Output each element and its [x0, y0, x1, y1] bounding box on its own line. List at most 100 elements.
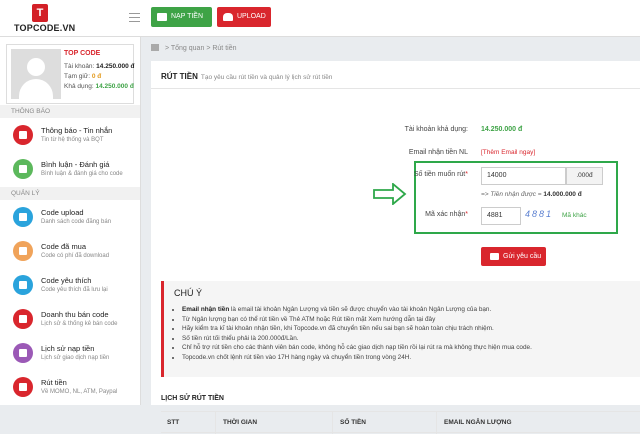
notice-item: Topcode.vn chốt lệnh rút tiền vào 17H hà…	[182, 353, 532, 363]
col-stt: STT	[167, 419, 180, 426]
sidebar-item-bought-code[interactable]: Code đã mua Code có phí đã download	[0, 235, 140, 269]
captcha-label: Mã xác nhận*	[425, 211, 468, 218]
hold-value: 0	[91, 73, 96, 80]
wallet-icon	[157, 13, 167, 21]
amount-addon: .000đ	[566, 167, 603, 185]
balance-unit: đ	[130, 63, 135, 70]
sidebar-item-sub: Danh sách code đăng bán	[41, 219, 112, 225]
notice-box: CHÚ Ý Email nhận tiền là email tài khoản…	[161, 281, 640, 377]
notice-list: Email nhận tiền là email tài khoản Ngân …	[182, 305, 532, 362]
captcha-label-text: Mã xác nhận	[425, 211, 466, 218]
hold-label: Tạm giữ:	[64, 73, 91, 80]
notice-item: Hãy kiểm tra kĩ tài khoản nhận tiền, khi…	[182, 324, 532, 334]
chart-icon	[13, 309, 33, 329]
sidebar-item-title: Code đã mua	[41, 242, 87, 251]
avatar[interactable]	[11, 49, 61, 99]
captcha-image: 4881	[525, 209, 554, 219]
arrow-right-icon	[373, 183, 407, 205]
sidebar-item-title: Rút tiền	[41, 378, 67, 387]
profile-hold: Tạm giữ: 0 đ	[64, 73, 101, 80]
profile-balance: Tài khoản: 14.250.000 đ	[64, 63, 135, 70]
money-icon	[13, 377, 33, 397]
withdraw-panel: RÚT TIỀN Tạo yêu cầu rút tiền và quản lý …	[151, 61, 640, 434]
sidebar-item-sub: Về MOMO, NL, ATM, Paypal	[41, 389, 118, 395]
profile-name[interactable]: TOP CODE	[64, 50, 100, 57]
sidebar-item-title: Code upload	[41, 208, 84, 217]
page-title-text: RÚT TIỀN	[161, 72, 198, 81]
submit-request-button[interactable]: Gửi yêu cầu	[481, 247, 546, 266]
sidebar-item-favorite-code[interactable]: Code yêu thích Code yêu thích đã lưu lại	[0, 269, 140, 303]
sidebar-item-withdraw[interactable]: Rút tiền Về MOMO, NL, ATM, Paypal	[0, 371, 140, 405]
sidebar-item-sub: Lịch sử giao dịch nạp tiền	[41, 355, 110, 361]
amount-input[interactable]: 14000	[481, 167, 566, 185]
breadcrumb-sep: >	[206, 45, 211, 52]
section-manage: QUẢN LÝ	[0, 187, 140, 200]
profile-available: Khả dụng: 14.250.000 đ	[64, 83, 134, 90]
sidebar-item-notifications[interactable]: Thông báo - Tin nhắn Tin từ hệ thống và …	[0, 119, 140, 153]
bell-icon	[13, 125, 33, 145]
breadcrumb: > Tổng quan > Rút tiền	[151, 44, 236, 52]
page-subtitle: Tạo yêu cầu rút tiền và quản lý lịch sử …	[200, 74, 333, 81]
account-balance-label: Tài khoản khả dụng:	[404, 126, 468, 133]
balance-label: Tài khoản:	[64, 63, 95, 70]
nap-tien-label: NẠP TIỀN	[171, 13, 204, 20]
received-hint: => Tiền nhận được = 14.000.000 đ	[481, 191, 582, 198]
heart-icon	[13, 275, 33, 295]
sidebar-item-code-upload[interactable]: Code upload Danh sách code đăng bán	[0, 201, 140, 235]
sidebar: TOP CODE Tài khoản: 14.250.000 đ Tạm giữ…	[0, 37, 141, 405]
col-divider	[436, 412, 437, 434]
sidebar-item-title: Lịch sử nạp tiền	[41, 344, 95, 353]
sidebar-item-sub: Bình luận & đánh giá cho code	[41, 171, 123, 177]
notice-item: Số tiền rút tối thiểu phải là 200.000đ/L…	[182, 334, 532, 344]
col-email: EMAIL NGÂN LƯỢNG	[444, 419, 512, 426]
amount-label-text: Số tiền muốn rút	[413, 171, 466, 178]
notice-item: Chỉ hỗ trợ rút tiền cho các thành viên b…	[182, 343, 532, 353]
sidebar-item-title: Code yêu thích	[41, 276, 92, 285]
captcha-input[interactable]: 4881	[481, 207, 521, 225]
page-title: RÚT TIỀN Tạo yêu cầu rút tiền và quản lý …	[161, 72, 332, 81]
amount-label: Số tiền muốn rút*	[413, 171, 468, 178]
profile-card: TOP CODE Tài khoản: 14.250.000 đ Tạm giữ…	[6, 44, 135, 104]
col-time: THỜI GIAN	[223, 419, 258, 426]
breadcrumb-current: Rút tiền	[212, 45, 237, 52]
upload-label: UPLOAD	[237, 13, 266, 20]
sidebar-item-comments[interactable]: Bình luận - Đánh giá Bình luận & đánh gi…	[0, 153, 140, 187]
nap-tien-button[interactable]: NẠP TIỀN	[151, 7, 212, 27]
sidebar-item-revenue[interactable]: Doanh thu bán code Lịch sử & thống kê bá…	[0, 303, 140, 337]
available-unit: đ	[129, 83, 134, 90]
section-notify: THÔNG BÁO	[0, 105, 140, 118]
sidebar-item-sub: Code yêu thích đã lưu lại	[41, 287, 108, 293]
sidebar-item-title: Bình luận - Đánh giá	[41, 160, 110, 169]
download-icon	[13, 241, 33, 261]
comment-icon	[13, 159, 33, 179]
send-icon	[490, 253, 499, 260]
sidebar-item-sub: Code có phí đã download	[41, 253, 110, 259]
sidebar-item-sub: Tin từ hệ thống và BQT	[41, 137, 104, 143]
site-logo[interactable]: T TOPCODE.VN	[14, 4, 106, 33]
breadcrumb-sep: >	[164, 45, 170, 52]
cloud-icon	[13, 207, 33, 227]
col-divider	[332, 412, 333, 434]
account-balance-value: 14.250.000 đ	[481, 126, 523, 133]
home-icon[interactable]	[151, 44, 159, 51]
history-icon	[13, 343, 33, 363]
notice-title: CHÚ Ý	[174, 288, 203, 298]
add-email-link[interactable]: [Thêm Email ngay]	[481, 149, 535, 156]
available-label: Khả dụng:	[64, 83, 94, 90]
email-label: Email nhận tiền NL	[408, 149, 468, 156]
avatar-head	[27, 58, 45, 76]
notice-item: Email nhận tiền là email tài khoản Ngân …	[182, 305, 532, 315]
upload-button[interactable]: UPLOAD	[217, 7, 271, 27]
top-bar: T TOPCODE.VN NẠP TIỀN UPLOAD	[0, 0, 640, 37]
hold-unit: đ	[97, 73, 102, 80]
col-divider	[215, 412, 216, 434]
breadcrumb-home[interactable]: Tổng quan	[171, 45, 204, 52]
main-content: > Tổng quan > Rút tiền RÚT TIỀN Tạo yêu c…	[141, 37, 640, 434]
captcha-refresh-link[interactable]: Mã khác	[562, 212, 587, 219]
sidebar-item-topup-history[interactable]: Lịch sử nạp tiền Lịch sử giao dịch nạp t…	[0, 337, 140, 371]
menu-toggle-icon[interactable]	[129, 13, 140, 22]
notice-item: Từ Ngân lượng bạn có thể rút tiền về Thẻ…	[182, 315, 532, 325]
avatar-body	[19, 79, 53, 99]
history-table-header: STT THỜI GIAN SỐ TIỀN EMAIL NGÂN LƯỢNG	[161, 411, 640, 434]
sidebar-item-sub: Lịch sử & thống kê bán code	[41, 321, 118, 327]
